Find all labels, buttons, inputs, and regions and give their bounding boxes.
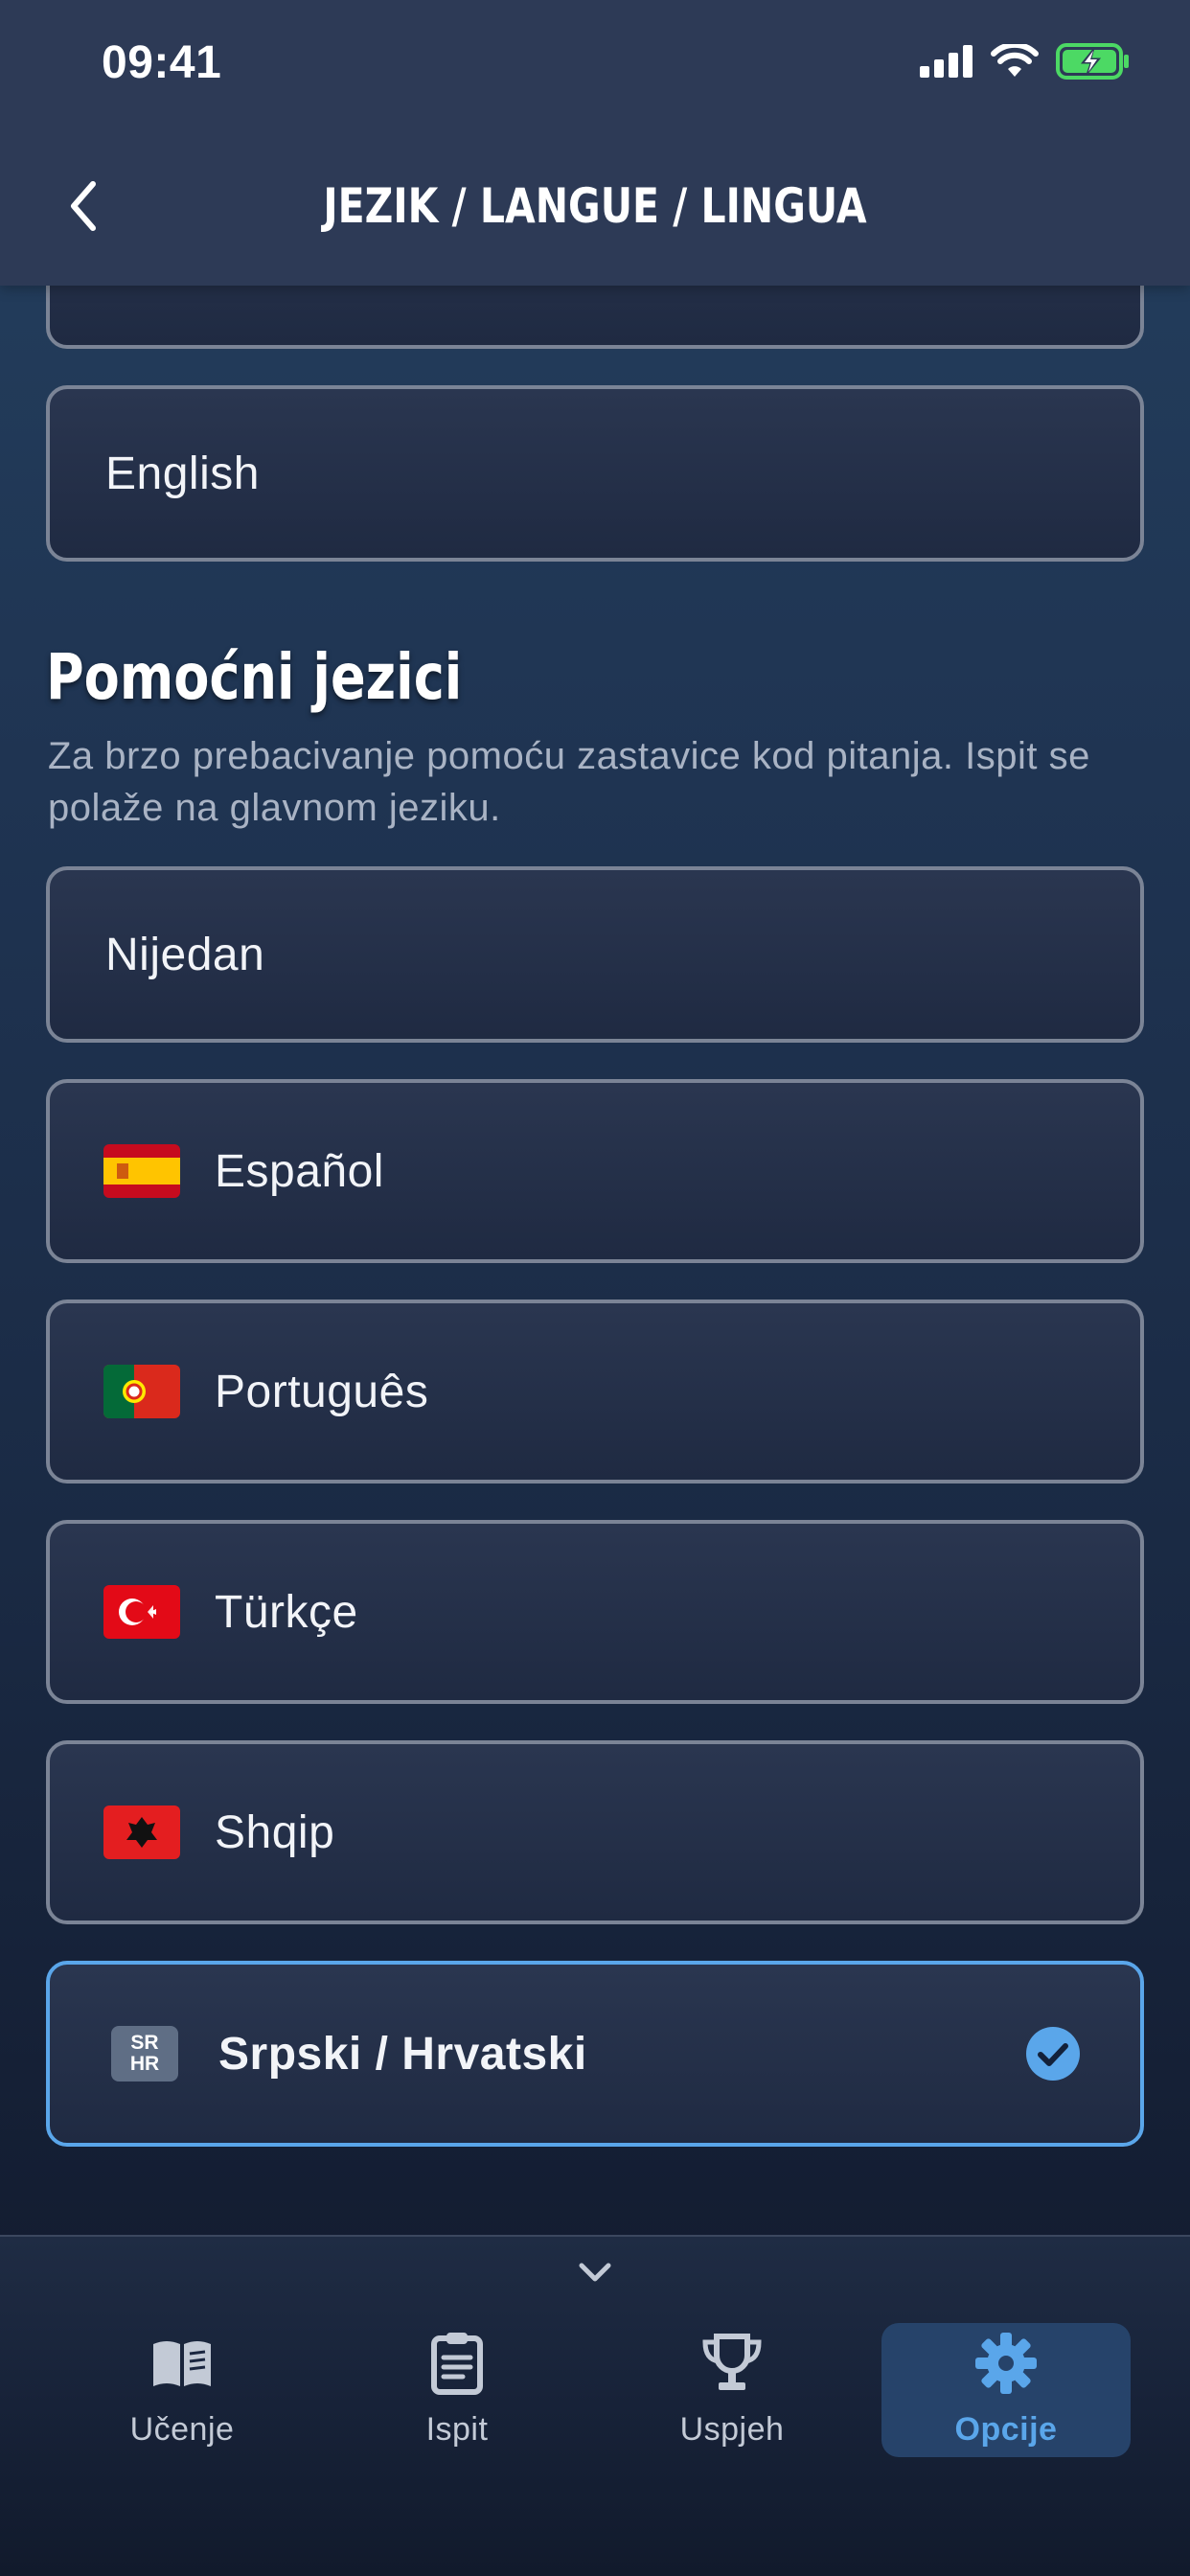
spain-flag-icon xyxy=(103,1144,180,1198)
language-list[interactable]: English Pomoćni jezici Za brzo prebaciva… xyxy=(0,0,1190,2233)
portugal-flag-icon xyxy=(103,1365,180,1418)
tab-achievements[interactable]: Uspjeh xyxy=(607,2323,857,2457)
tab-label: Ispit xyxy=(425,2411,489,2448)
tab-label: Opcije xyxy=(954,2411,1058,2448)
option-label: Srpski / Hrvatski xyxy=(218,2028,587,2080)
tab-options[interactable]: Opcije xyxy=(881,2323,1131,2457)
tab-learning[interactable]: Učenje xyxy=(57,2323,307,2457)
tab-label: Učenje xyxy=(129,2411,235,2448)
header: 09:41 JEZIK / LANGUE / LINGUA xyxy=(0,0,1190,286)
status-time: 09:41 xyxy=(102,37,222,88)
nav-bar: JEZIK / LANGUE / LINGUA xyxy=(0,144,1190,268)
helper-option-serbian-croatian[interactable]: SR HR Srpski / Hrvatski xyxy=(46,1961,1144,2147)
option-label: Shqip xyxy=(215,1806,335,1858)
trophy-icon xyxy=(702,2334,762,2390)
tab-exam[interactable]: Ispit xyxy=(332,2323,582,2457)
helper-option-spanish[interactable]: Español xyxy=(46,1079,1144,1263)
tab-bar: Učenje Ispit Uspjeh Opcije xyxy=(0,2235,1190,2576)
option-label: Português xyxy=(215,1366,429,1417)
helper-option-turkish[interactable]: Türkçe xyxy=(46,1520,1144,1704)
helper-option-none[interactable]: Nijedan xyxy=(46,866,1144,1043)
tab-label: Uspjeh xyxy=(679,2411,785,2448)
sr-hr-badge-icon: SR HR xyxy=(111,2026,178,2082)
badge-top-text: SR xyxy=(130,2032,159,2054)
chevron-left-icon xyxy=(71,181,96,231)
option-label: English xyxy=(105,448,260,499)
chevron-down-icon[interactable] xyxy=(576,2258,614,2287)
checkmark-icon xyxy=(1026,2027,1080,2081)
section-title: Pomoćni jezici xyxy=(46,640,463,714)
section-description: Za brzo prebacivanje pomoću zastavice ko… xyxy=(48,735,1090,829)
gear-icon xyxy=(975,2333,1037,2394)
status-bar: 09:41 xyxy=(0,0,1190,125)
back-button[interactable] xyxy=(54,172,111,240)
option-label: Español xyxy=(215,1145,384,1197)
badge-bottom-text: HR xyxy=(129,2053,160,2075)
option-label: Nijedan xyxy=(105,929,265,980)
albania-flag-icon xyxy=(103,1806,180,1859)
status-icons xyxy=(920,42,1131,80)
helper-option-portuguese[interactable]: Português xyxy=(46,1300,1144,1484)
turkey-flag-icon xyxy=(103,1585,180,1639)
language-option-english[interactable]: English xyxy=(46,385,1144,562)
wifi-icon xyxy=(991,44,1039,77)
battery-charging-icon xyxy=(1056,43,1129,80)
page-title: JEZIK / LANGUE / LINGUA xyxy=(323,178,867,234)
clipboard-icon xyxy=(431,2333,483,2395)
book-icon xyxy=(153,2341,211,2386)
option-label: Türkçe xyxy=(215,1586,358,1638)
helper-option-albanian[interactable]: Shqip xyxy=(46,1740,1144,1924)
signal-icon xyxy=(920,45,973,78)
